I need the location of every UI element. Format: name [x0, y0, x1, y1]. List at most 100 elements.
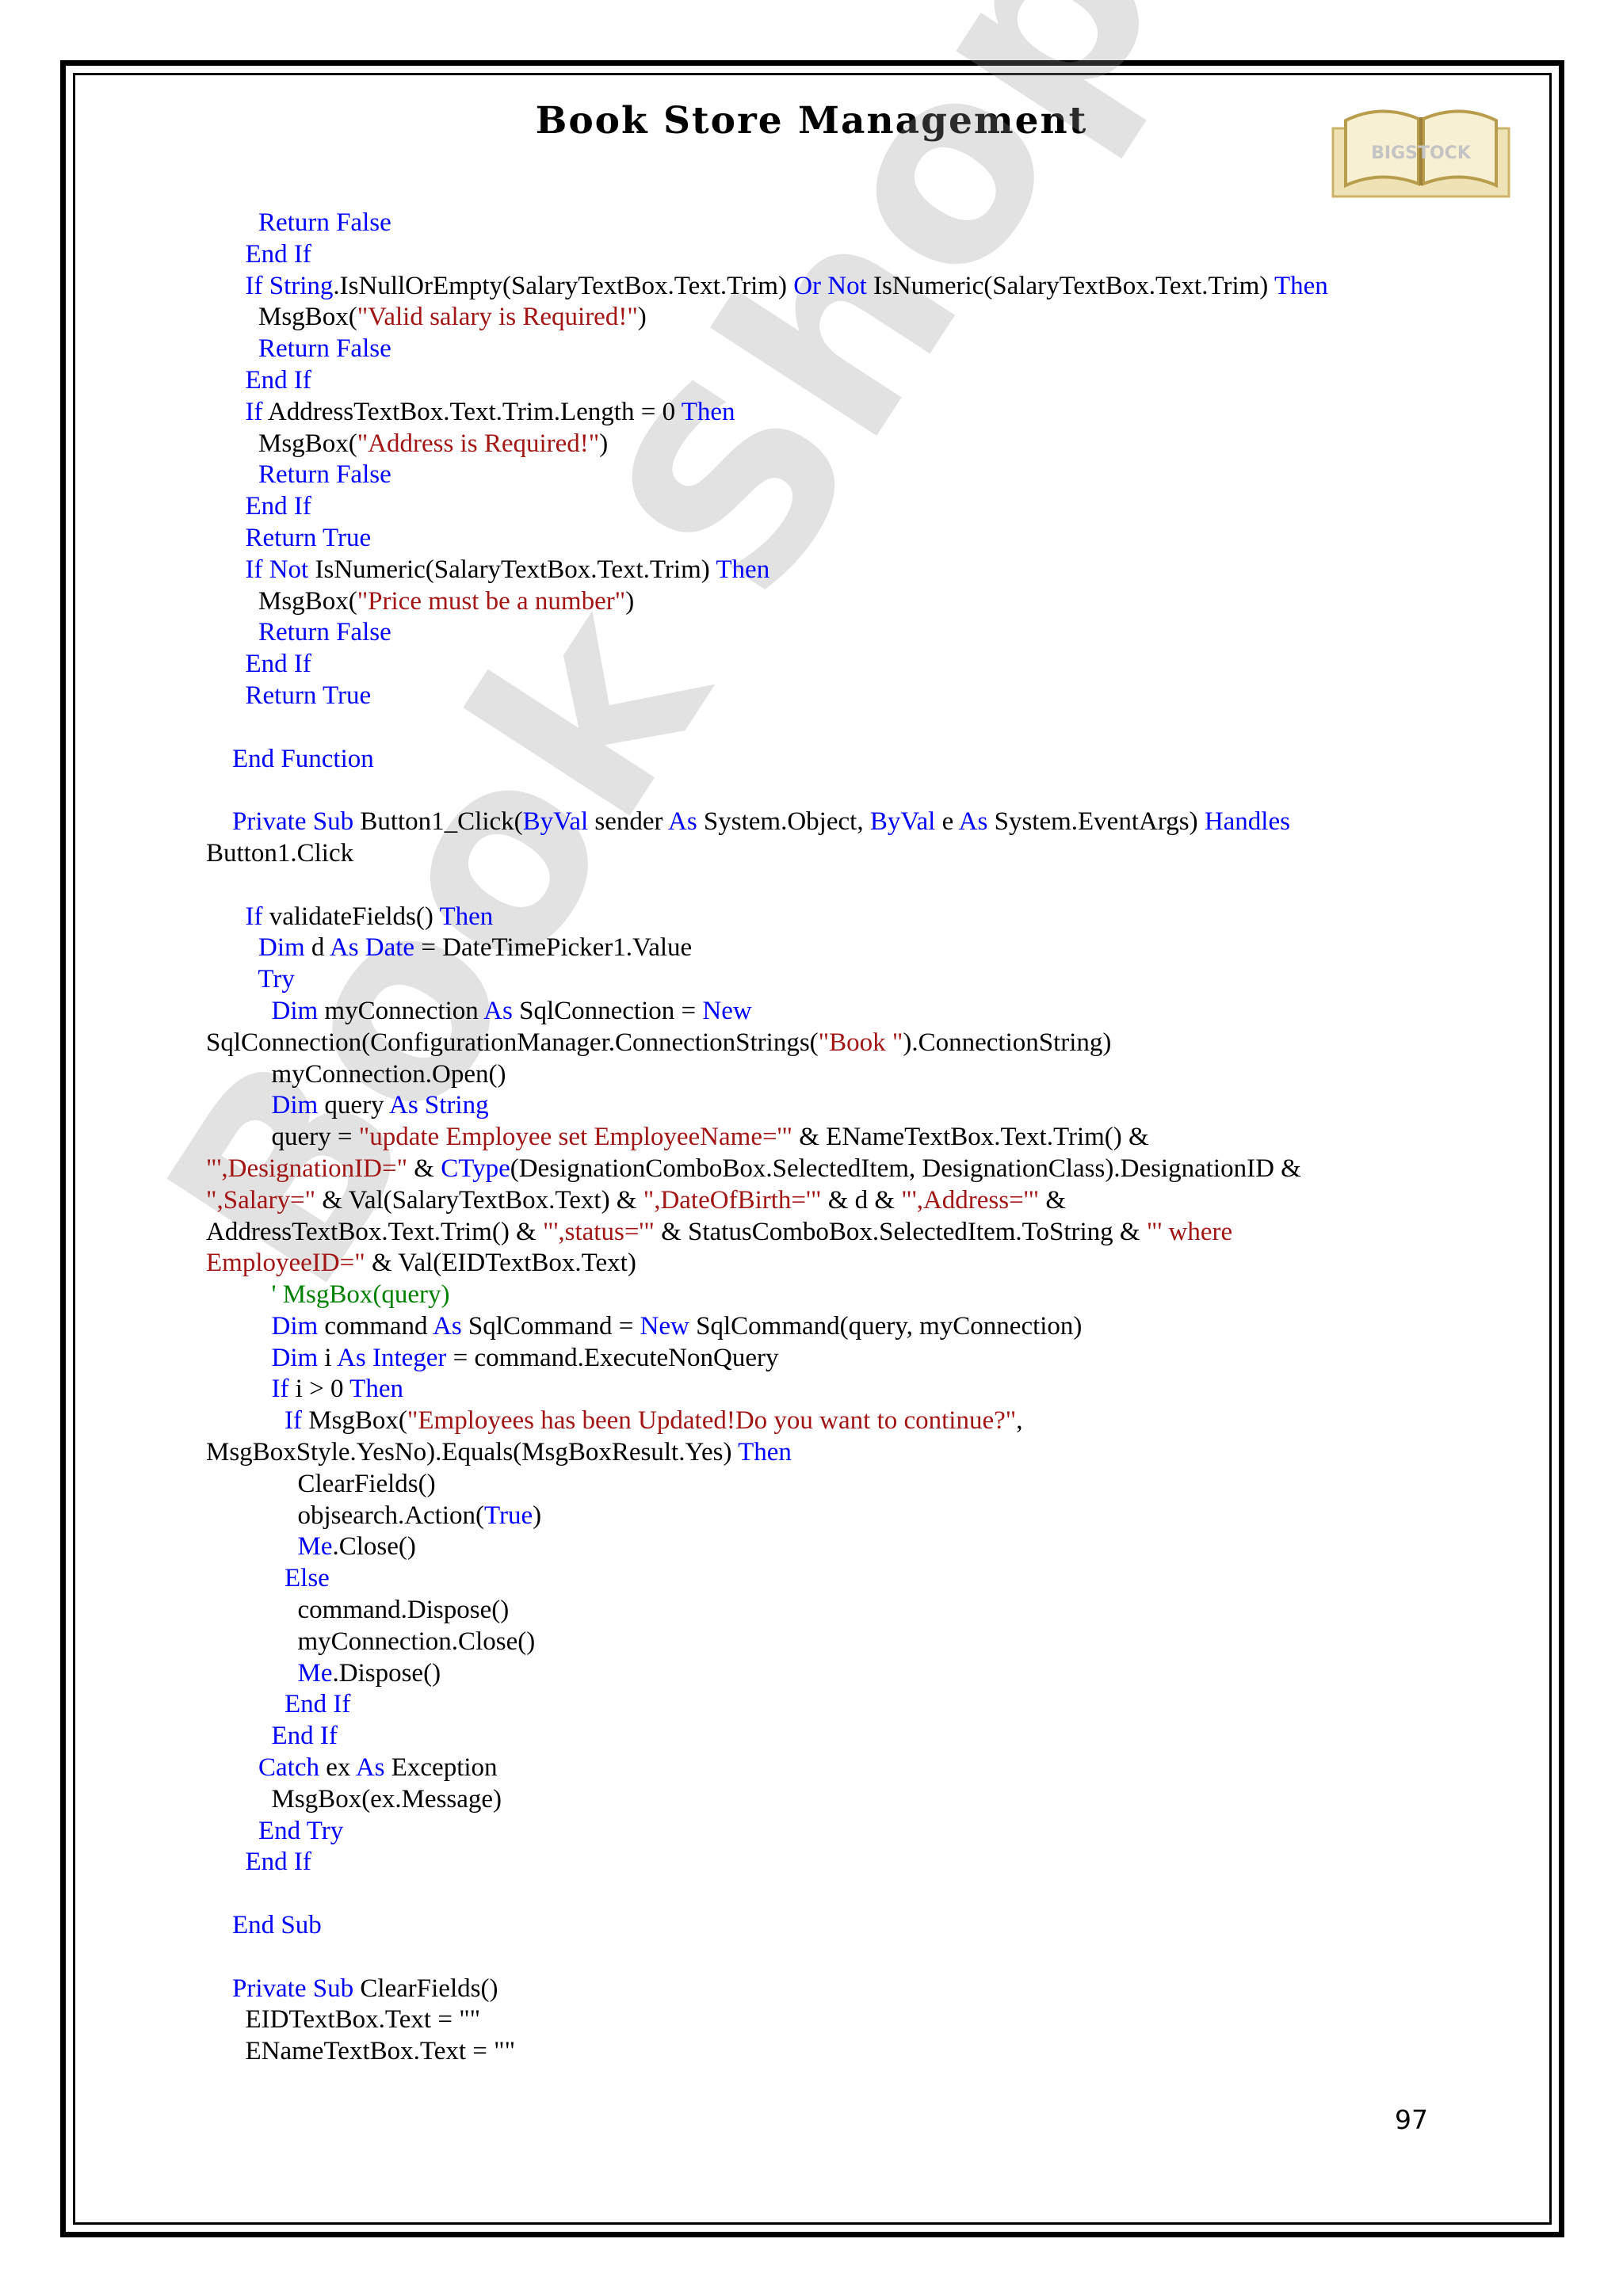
code-line: ​: [206, 775, 1442, 807]
code-text: validateFields(): [262, 902, 440, 931]
code-text: &: [407, 1154, 441, 1183]
code-line: MsgBoxStyle.YesNo).Equals(MsgBoxResult.Y…: [206, 1437, 1442, 1469]
code-text: Button1_Click(: [353, 807, 523, 837]
code-line: If AddressTextBox.Text.Trim.Length = 0 T…: [206, 397, 1442, 429]
code-text: ClearFields(): [206, 1469, 436, 1498]
code-keyword: Then: [716, 555, 770, 584]
code-line: MsgBox(ex.Message): [206, 1784, 1442, 1816]
code-line: Private Sub Button1_Click(ByVal sender A…: [206, 807, 1442, 838]
page-number: 97: [1395, 2104, 1428, 2135]
code-keyword: Dim: [271, 1091, 319, 1120]
code-keyword: As: [958, 807, 988, 837]
code-text: & d &: [821, 1185, 902, 1215]
code-keyword: New: [640, 1311, 689, 1341]
code-text: ): [637, 303, 647, 332]
code-keyword: Private Sub: [232, 1974, 354, 2003]
code-keyword: Return True: [245, 523, 372, 552]
code-string: "Price must be a number": [357, 586, 626, 616]
code-text: MsgBox(ex.Message): [206, 1784, 502, 1814]
code-text: .Dispose(): [332, 1658, 441, 1688]
code-keyword: As: [667, 807, 697, 837]
code-text: i: [318, 1343, 338, 1372]
code-keyword: End If: [285, 1690, 351, 1719]
code-keyword: If: [245, 902, 263, 931]
code-line: Dim i As Integer = command.ExecuteNonQue…: [206, 1343, 1442, 1375]
code-line: Return False: [206, 460, 1442, 491]
code-text: MsgBox(: [206, 586, 357, 616]
code-string: "',status='": [542, 1217, 655, 1246]
code-line: End If: [206, 1847, 1442, 1878]
code-keyword: Then: [1274, 271, 1328, 300]
code-text: & ENameTextBox.Text.Trim() &: [792, 1123, 1149, 1152]
code-line: myConnection.Close(): [206, 1627, 1442, 1658]
code-text: myConnection.Close(): [206, 1627, 536, 1656]
code-line: End If: [206, 1721, 1442, 1753]
code-text: ): [533, 1501, 542, 1530]
code-text: EIDTextBox.Text = "": [206, 2005, 481, 2035]
code-line: End If: [206, 365, 1442, 397]
code-string: "',DesignationID=": [206, 1154, 408, 1183]
code-line: Return False: [206, 334, 1442, 365]
code-keyword: CType: [441, 1154, 510, 1183]
code-string: "update Employee set EmployeeName='": [358, 1123, 792, 1152]
code-text: MsgBox(: [301, 1406, 407, 1436]
code-line: MsgBox("Address is Required!"): [206, 429, 1442, 460]
code-text: ).ConnectionString): [903, 1028, 1112, 1057]
code-line: EmployeeID=" & Val(EIDTextBox.Text): [206, 1248, 1442, 1280]
code-line: If String.IsNullOrEmpty(SalaryTextBox.Te…: [206, 271, 1442, 303]
code-line: Dim d As Date = DateTimePicker1.Value: [206, 933, 1442, 964]
code-line: "',DesignationID=" & CType(DesignationCo…: [206, 1154, 1442, 1185]
code-keyword: Return False: [258, 618, 391, 647]
code-keyword: Else: [285, 1564, 330, 1593]
code-keyword: As Date: [329, 933, 415, 963]
code-keyword: As Integer: [337, 1343, 447, 1372]
code-text: ENameTextBox.Text = "": [206, 2037, 516, 2066]
code-text: AddressTextBox.Text.Trim.Length = 0: [262, 397, 682, 426]
code-keyword: If Not: [245, 555, 309, 584]
code-text: MsgBox(: [206, 303, 357, 332]
code-line: Button1.Click: [206, 838, 1442, 870]
code-keyword: End Try: [258, 1816, 344, 1845]
code-text: ,: [1016, 1406, 1023, 1436]
code-text: query =: [206, 1123, 359, 1152]
code-line: ClearFields(): [206, 1469, 1442, 1501]
code-line: If i > 0 Then: [206, 1374, 1442, 1405]
code-keyword: New: [702, 996, 752, 1025]
code-keyword: Then: [349, 1375, 403, 1404]
code-text: AddressTextBox.Text.Trim() &: [206, 1217, 543, 1246]
code-text: SqlCommand =: [461, 1311, 640, 1341]
code-keyword: Me: [297, 1658, 333, 1688]
code-line: SqlConnection(ConfigurationManager.Conne…: [206, 1028, 1442, 1059]
code-text: IsNumeric(SalaryTextBox.Text.Trim): [308, 555, 716, 584]
code-line: Try: [206, 964, 1442, 996]
code-text: ): [599, 429, 609, 458]
code-text: SqlConnection(ConfigurationManager.Conne…: [206, 1028, 819, 1057]
code-text: &: [1039, 1185, 1067, 1215]
code-keyword: Return False: [258, 208, 391, 237]
code-line: EIDTextBox.Text = "": [206, 2004, 1442, 2036]
code-keyword: Return False: [258, 460, 391, 490]
code-line: If Not IsNumeric(SalaryTextBox.Text.Trim…: [206, 555, 1442, 586]
code-line: End If: [206, 649, 1442, 681]
code-line: End If: [206, 491, 1442, 523]
code-line: MsgBox("Price must be a number"): [206, 586, 1442, 618]
code-line: Dim query As String: [206, 1090, 1442, 1122]
code-text: .Close(): [332, 1532, 416, 1562]
code-string: ",DateOfBirth='": [643, 1185, 822, 1215]
code-text: & StatusComboBox.SelectedItem.ToString &: [654, 1217, 1147, 1246]
code-keyword: Me: [297, 1532, 333, 1562]
code-keyword: Try: [258, 965, 295, 994]
code-string: ",Salary=": [206, 1185, 316, 1215]
